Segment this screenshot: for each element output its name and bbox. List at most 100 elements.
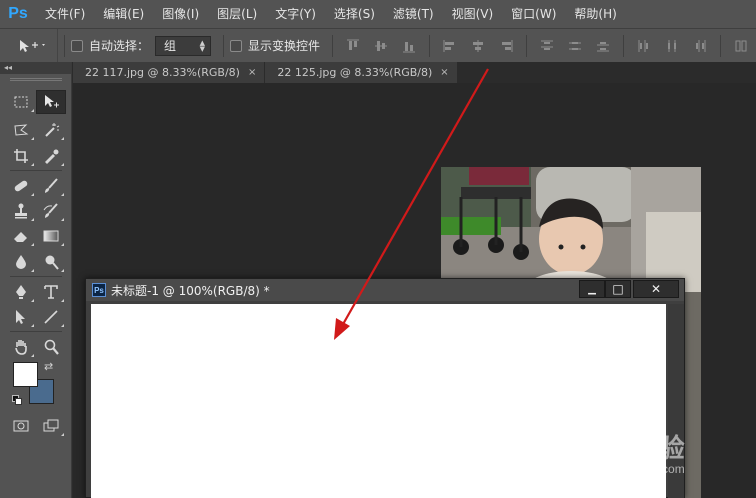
auto-select-checkbox[interactable]: [71, 39, 83, 52]
align-hcenter-icon[interactable]: [471, 39, 485, 53]
marquee-tool[interactable]: [6, 90, 36, 114]
drop-icon: [16, 255, 26, 269]
healing-brush-tool[interactable]: [6, 174, 36, 198]
pen-icon: [16, 285, 26, 299]
screen-mode-button[interactable]: [36, 414, 66, 438]
separator: [10, 276, 62, 277]
quick-mask-icon: [13, 420, 29, 432]
distribute-top-icon[interactable]: [540, 39, 554, 53]
stamp-icon: [15, 203, 27, 219]
distribute-right-icon[interactable]: [693, 39, 707, 53]
close-icon[interactable]: ×: [248, 67, 256, 78]
history-brush-icon: [43, 203, 58, 218]
brush-tool[interactable]: [36, 174, 66, 198]
menu-help[interactable]: 帮助(H): [565, 0, 625, 28]
auto-align-layers-icon[interactable]: [734, 39, 748, 53]
align-right-icon[interactable]: [499, 39, 513, 53]
clone-stamp-tool[interactable]: [6, 199, 36, 223]
crop-tool[interactable]: [6, 144, 36, 168]
hand-tool[interactable]: [6, 335, 36, 359]
foreground-color-swatch[interactable]: [13, 362, 38, 387]
toolbox-grip[interactable]: [10, 78, 62, 81]
close-button[interactable]: ✕: [633, 280, 679, 298]
menu-select[interactable]: 选择(S): [325, 0, 384, 28]
eyedropper-tool[interactable]: [36, 144, 66, 168]
align-bottom-icon[interactable]: [402, 39, 416, 53]
blur-tool[interactable]: [6, 250, 36, 274]
menu-type[interactable]: 文字(Y): [266, 0, 325, 28]
maximize-button[interactable]: □: [605, 280, 631, 298]
line-tool[interactable]: [36, 305, 66, 329]
align-left-icon[interactable]: [443, 39, 457, 53]
separator: [10, 331, 62, 332]
tool-preset-picker[interactable]: [0, 28, 58, 63]
history-brush-tool[interactable]: [36, 199, 66, 223]
menu-file[interactable]: 文件(F): [36, 0, 94, 28]
distribute-vcenter-icon[interactable]: [568, 39, 582, 53]
distribute-left-icon[interactable]: [637, 39, 651, 53]
align-top-icon[interactable]: [346, 39, 360, 53]
watermark-brand: Bai 经验: [580, 433, 686, 463]
magic-wand-tool[interactable]: [36, 118, 66, 142]
zoom-tool[interactable]: [36, 335, 66, 359]
maximize-icon: □: [612, 282, 624, 296]
window-titlebar[interactable]: Ps 未标题-1 @ 100%(RGB/8) * ▁ □ ✕: [86, 279, 684, 301]
gradient-tool[interactable]: [36, 224, 66, 248]
show-transform-checkbox[interactable]: [230, 39, 243, 52]
separator: [526, 34, 528, 57]
close-icon[interactable]: ×: [440, 67, 448, 78]
quick-mask-button[interactable]: [6, 414, 36, 438]
document-tab[interactable]: 22 117.jpg @ 8.33%(RGB/8) ×: [73, 62, 266, 83]
menu-bar: Ps 文件(F) 编辑(E) 图像(I) 图层(L) 文字(Y) 选择(S) 滤…: [0, 0, 756, 28]
document-tab[interactable]: 22 125.jpg @ 8.33%(RGB/8) ×: [265, 62, 458, 83]
lasso-tool[interactable]: [6, 118, 36, 142]
separator: [64, 34, 65, 57]
dodge-icon: [45, 255, 59, 270]
minimize-button[interactable]: ▁: [579, 280, 605, 298]
hand-icon: [15, 340, 27, 355]
menu-window[interactable]: 窗口(W): [502, 0, 565, 28]
photoshop-logo: Ps: [8, 5, 28, 22]
document-tab-bar: 22 117.jpg @ 8.33%(RGB/8) × 22 125.jpg @…: [73, 62, 756, 83]
distribute-bottom-icon[interactable]: [596, 39, 610, 53]
default-colors-icon[interactable]: [12, 395, 22, 405]
move-tool[interactable]: [36, 90, 66, 114]
eraser-tool[interactable]: [6, 224, 36, 248]
separator: [429, 34, 431, 57]
close-icon: ✕: [650, 282, 662, 296]
tool-row: [6, 90, 68, 114]
align-vcenter-icon[interactable]: [374, 39, 388, 53]
menu-image[interactable]: 图像(I): [153, 0, 208, 28]
dodge-tool[interactable]: [36, 250, 66, 274]
move-tool-icon: [20, 39, 45, 52]
band-aid-icon: [14, 180, 28, 192]
show-transform-label: 显示变换控件: [248, 39, 321, 53]
photoshop-document-icon: Ps: [92, 283, 106, 297]
type-tool[interactable]: [36, 280, 66, 304]
lasso-icon: [14, 124, 29, 136]
auto-select-label: 自动选择：: [89, 39, 150, 53]
options-bar: 自动选择： 组 ▲ ▼ 显示变换控件: [0, 28, 756, 63]
pen-tool[interactable]: [6, 280, 36, 304]
zoom-icon: [44, 339, 59, 355]
marquee-icon: [14, 96, 28, 108]
menu-layer[interactable]: 图层(L): [208, 0, 266, 28]
tool-row: [6, 280, 68, 304]
eraser-icon: [14, 232, 27, 242]
separator: [720, 34, 722, 57]
distribute-hcenter-icon[interactable]: [665, 39, 679, 53]
toolbox-header: ◂◂: [0, 62, 71, 74]
auto-select-dropdown[interactable]: 组 ▲ ▼: [155, 35, 212, 56]
tab-label: 22 117.jpg @ 8.33%(RGB/8): [85, 66, 240, 79]
menu-edit[interactable]: 编辑(E): [94, 0, 153, 28]
menu-filter[interactable]: 滤镜(T): [384, 0, 443, 28]
screen-mode-icon: [43, 419, 59, 432]
collapse-icon[interactable]: ◂◂: [4, 62, 12, 74]
path-selection-tool[interactable]: [6, 305, 36, 329]
tool-row: [6, 118, 68, 142]
menu-view[interactable]: 视图(V): [443, 0, 503, 28]
separator: [10, 170, 62, 171]
swap-colors-icon[interactable]: ⇄: [44, 360, 53, 373]
eyedropper-icon: [45, 149, 59, 164]
line-icon: [44, 310, 58, 324]
